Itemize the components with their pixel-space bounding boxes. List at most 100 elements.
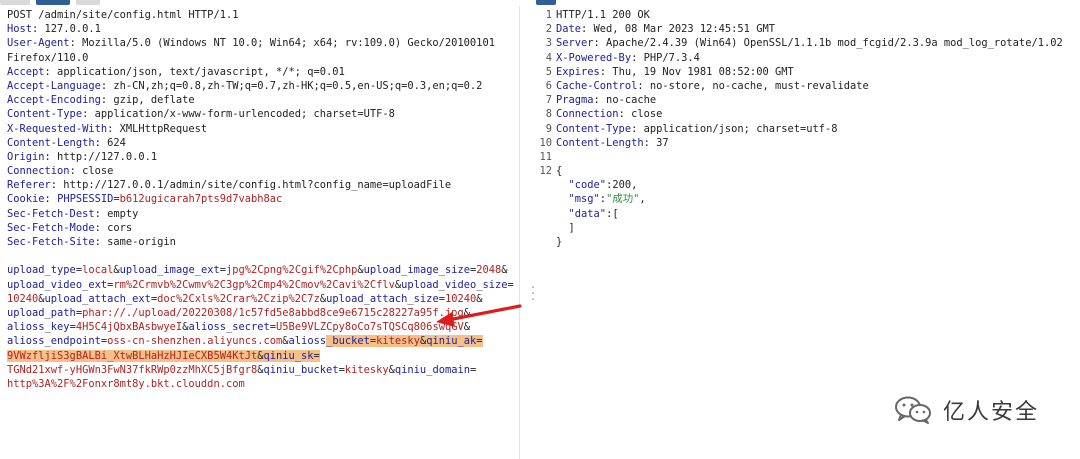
- token-pval: http%3A%2F%2Fonxr8mt8y.bkt.clouddn.com: [7, 377, 245, 390]
- token-val: :: [44, 193, 58, 206]
- request-line[interactable]: alioss_endpoint = oss-cn-shenzhen.aliyuncs…: [7, 334, 519, 348]
- token-val: : close: [618, 108, 663, 121]
- token-val: : same-origin: [94, 236, 176, 248]
- token-pkey: upload_video_size: [401, 278, 508, 291]
- line-text: ]: [555, 221, 575, 235]
- request-line[interactable]: Cookie: PHPSESSID=b612ugicarah7pts9d7vab…: [7, 192, 519, 206]
- request-line[interactable]: Content-Type: application/x-www-form-url…: [7, 107, 519, 121]
- line-text: [555, 150, 556, 164]
- response-line[interactable]: "code":200,: [531, 178, 1080, 192]
- token-pkey: alioss: [288, 335, 327, 348]
- token-val: : no-cache: [593, 94, 657, 107]
- token-val: : 624: [94, 136, 126, 149]
- tab-pretty-active[interactable]: [36, 0, 70, 5]
- token-amp: =: [476, 335, 483, 348]
- token-pval: doc%2Cxls%2Crar%2Czip%2C7z: [157, 292, 320, 305]
- token-pkey: qiniu_sk: [263, 349, 314, 362]
- request-line[interactable]: upload_path=phar://./upload/20220308/1c5…: [7, 306, 519, 320]
- response-line[interactable]: 10 Content-Length: 37: [531, 136, 1080, 150]
- request-line[interactable]: [7, 249, 519, 263]
- request-line[interactable]: 9VWzfljiS3gBALBi_XtwBLHaHzHJIeCXB5W4KtJt…: [7, 349, 519, 363]
- tab-response-active[interactable]: [536, 0, 556, 5]
- token-key: User-Agent: [7, 37, 70, 50]
- response-line[interactable]: 6 Cache-Control: no-store, no-cache, must…: [531, 79, 1080, 93]
- response-line[interactable]: 5 Expires: Thu, 19 Nov 1981 08:52:00 GMT: [531, 65, 1080, 79]
- request-line[interactable]: alioss_key=4H5C4jQbxBAsbwyeI&alioss_secr…: [7, 320, 519, 334]
- line-number: 9: [545, 122, 552, 135]
- token-pkey: upload_attach_size: [326, 292, 439, 305]
- token-jstr: "成功": [606, 193, 640, 206]
- response-line[interactable]: }: [531, 235, 1080, 249]
- token-val: ,: [639, 193, 646, 206]
- request-line[interactable]: POST /admin/site/config.html HTTP/1.1: [7, 8, 519, 22]
- watermark-text: 亿人安全: [943, 400, 1040, 425]
- response-line[interactable]: "data":[: [531, 207, 1080, 221]
- request-line[interactable]: Accept-Encoding: gzip, deflate: [7, 93, 519, 107]
- response-editor[interactable]: 1 HTTP/1.1 200 OK 2 Date: Wed, 08 Mar 2023 …: [531, 8, 1080, 459]
- token-val: : PHP/7.3.4: [631, 51, 700, 64]
- request-line[interactable]: TGNd21xwf-yHGWn3FwN37fkRWp0zzMhXC5jBfgr8…: [7, 363, 519, 377]
- request-editor[interactable]: POST /admin/site/config.html HTTP/1.1 Hos…: [0, 8, 519, 459]
- request-line[interactable]: Firefox/110.0: [7, 51, 519, 65]
- token-pkey: qiniu_bucket: [263, 363, 339, 376]
- token-key: X-Requested-With: [7, 122, 108, 135]
- token-key: Cache-Control: [556, 79, 638, 92]
- response-line[interactable]: 1 HTTP/1.1 200 OK: [531, 8, 1080, 22]
- request-lines[interactable]: POST /admin/site/config.html HTTP/1.1 Hos…: [7, 8, 519, 391]
- response-lines[interactable]: 1 HTTP/1.1 200 OK 2 Date: Wed, 08 Mar 2023 …: [531, 8, 1080, 249]
- request-line[interactable]: http%3A%2F%2Fonxr8mt8y.bkt.clouddn.com: [7, 377, 519, 391]
- token-amp: &: [463, 306, 470, 319]
- tab-strip: [0, 0, 1080, 6]
- token-val: [556, 208, 569, 220]
- line-number: 11: [539, 150, 552, 163]
- response-line[interactable]: "msg":"成功",: [531, 192, 1080, 206]
- token-amp: &: [257, 349, 264, 362]
- token-amp: &: [463, 321, 470, 334]
- token-pkey: upload_image_size: [363, 264, 470, 277]
- request-line[interactable]: Accept-Language: zh-CN,zh;q=0.8,zh-TW;q=…: [7, 79, 519, 93]
- request-line[interactable]: Referer: http://127.0.0.1/admin/site/con…: [7, 178, 519, 192]
- request-line[interactable]: Sec-Fetch-Mode: cors: [7, 221, 519, 235]
- token-key: Expires: [556, 65, 600, 78]
- line-number: 3: [545, 37, 552, 50]
- token-pval: phar://./upload/20220308/1c57fd5e8abbd8c…: [82, 306, 464, 319]
- token-amp: &: [476, 292, 483, 305]
- response-line[interactable]: 7 Pragma: no-cache: [531, 93, 1080, 107]
- tab-raw[interactable]: [0, 0, 30, 5]
- response-line[interactable]: 11: [531, 150, 1080, 164]
- token-val: : XMLHttpRequest: [107, 122, 208, 135]
- request-line[interactable]: X-Requested-With: XMLHttpRequest: [7, 122, 519, 136]
- token-amp: &: [501, 264, 508, 277]
- token-val: : http://127.0.0.1: [44, 150, 158, 163]
- token-pkey: qiniu_domain: [394, 363, 470, 376]
- tab-hex[interactable]: [76, 0, 100, 5]
- response-line[interactable]: 8 Connection: close: [531, 107, 1080, 121]
- response-line[interactable]: 3 Server: Apache/2.4.39 (Win64) OpenSSL/1…: [531, 36, 1080, 50]
- request-line[interactable]: User-Agent: Mozilla/5.0 (Windows NT 10.0…: [7, 36, 519, 50]
- token-pval: U5Be9VLZCpy8oCo7sTQSCq806swqGV: [276, 321, 464, 334]
- token-val: : 37: [643, 136, 669, 149]
- request-line[interactable]: upload_type=local&upload_image_ext=jpg%2…: [7, 263, 519, 277]
- token-pval: local: [82, 264, 114, 277]
- token-pkey: _bucket: [326, 335, 370, 348]
- line-text: {: [555, 164, 562, 178]
- line-text: Pragma: no-cache: [555, 93, 656, 107]
- token-pval: kitesky: [344, 363, 389, 376]
- response-line[interactable]: 2 Date: Wed, 08 Mar 2023 12:45:51 GMT: [531, 22, 1080, 36]
- response-line[interactable]: ]: [531, 221, 1080, 235]
- response-line[interactable]: 12 {: [531, 164, 1080, 178]
- token-key: Sec-Fetch-Site: [7, 236, 95, 248]
- request-line[interactable]: upload_video_ext = rm%2Crmvb%2Cwmv%2C3gp%2…: [7, 278, 519, 292]
- request-line[interactable]: 10240&upload_attach_ext=doc%2Cxls%2Crar%…: [7, 292, 519, 306]
- request-line[interactable]: Origin: http://127.0.0.1: [7, 150, 519, 164]
- response-line[interactable]: 4 X-Powered-By: PHP/7.3.4: [531, 51, 1080, 65]
- request-line[interactable]: Connection: close: [7, 164, 519, 178]
- request-line[interactable]: Host: 127.0.0.1: [7, 22, 519, 36]
- line-text: Content-Length: 37: [555, 136, 669, 150]
- request-line[interactable]: Accept: application/json, text/javascrip…: [7, 65, 519, 79]
- request-line[interactable]: Sec-Fetch-Dest: empty: [7, 207, 519, 221]
- line-text: "data":[: [555, 207, 619, 221]
- request-line[interactable]: Sec-Fetch-Site: same-origin: [7, 235, 519, 249]
- response-line[interactable]: 9 Content-Type: application/json; charset…: [531, 122, 1080, 136]
- request-line[interactable]: Content-Length: 624: [7, 136, 519, 150]
